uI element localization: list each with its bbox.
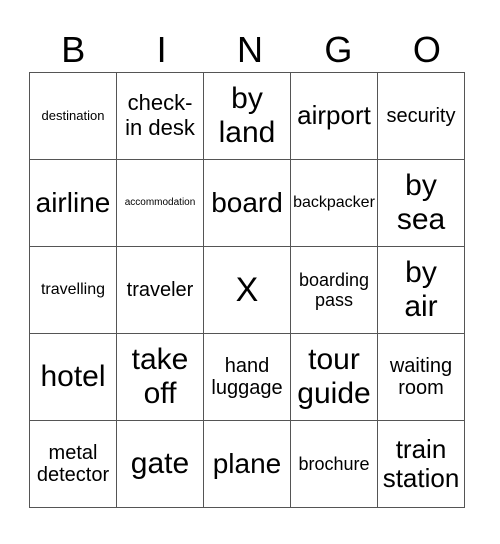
bingo-cell[interactable]: traveler <box>116 246 204 334</box>
bingo-cell[interactable]: board <box>203 159 291 247</box>
bingo-header: B I N G O <box>29 28 471 72</box>
bingo-cell[interactable]: gate <box>116 420 204 508</box>
bingo-cell[interactable]: by sea <box>377 159 465 247</box>
bingo-cell[interactable]: check-in desk <box>116 72 204 160</box>
card-row: hotel take off hand luggage tour guide wait… <box>29 333 465 421</box>
bingo-cell[interactable]: waiting room <box>377 333 465 421</box>
bingo-cell[interactable]: by air <box>377 246 465 334</box>
bingo-cell[interactable]: destination <box>29 72 117 160</box>
bingo-cell[interactable]: tour guide <box>290 333 378 421</box>
bingo-cell[interactable]: backpacker <box>290 159 378 247</box>
bingo-cell[interactable]: take off <box>116 333 204 421</box>
bingo-cell[interactable]: hotel <box>29 333 117 421</box>
header-letter-b: B <box>61 29 86 70</box>
card-row: airline accommodation board backpacker b… <box>29 159 465 247</box>
bingo-cell[interactable]: brochure <box>290 420 378 508</box>
card-row: travelling traveler X boarding pass by air <box>29 246 465 334</box>
header-letter-g: G <box>324 29 353 70</box>
bingo-cell[interactable]: hand luggage <box>203 333 291 421</box>
bingo-cell[interactable]: airline <box>29 159 117 247</box>
card-row: metal detector gate plane brochure train s… <box>29 420 465 508</box>
header-letter-i: I <box>156 29 167 70</box>
header-letter-n: N <box>237 29 264 70</box>
bingo-cell[interactable]: plane <box>203 420 291 508</box>
bingo-cell[interactable]: by land <box>203 72 291 160</box>
bingo-cell[interactable]: accommodation <box>116 159 204 247</box>
bingo-cell[interactable]: metal detector <box>29 420 117 508</box>
bingo-cell[interactable]: airport <box>290 72 378 160</box>
header-letter-o: O <box>412 29 441 70</box>
bingo-cell[interactable]: boarding pass <box>290 246 378 334</box>
bingo-cell[interactable]: train station <box>377 420 465 508</box>
free-space-cell[interactable]: X <box>203 246 291 334</box>
bingo-cell[interactable]: security <box>377 72 465 160</box>
bingo-cell[interactable]: travelling <box>29 246 117 334</box>
card-row: destination check-in desk by land airport… <box>29 72 465 160</box>
bingo-card: destination check-in desk by land airport… <box>29 72 465 508</box>
